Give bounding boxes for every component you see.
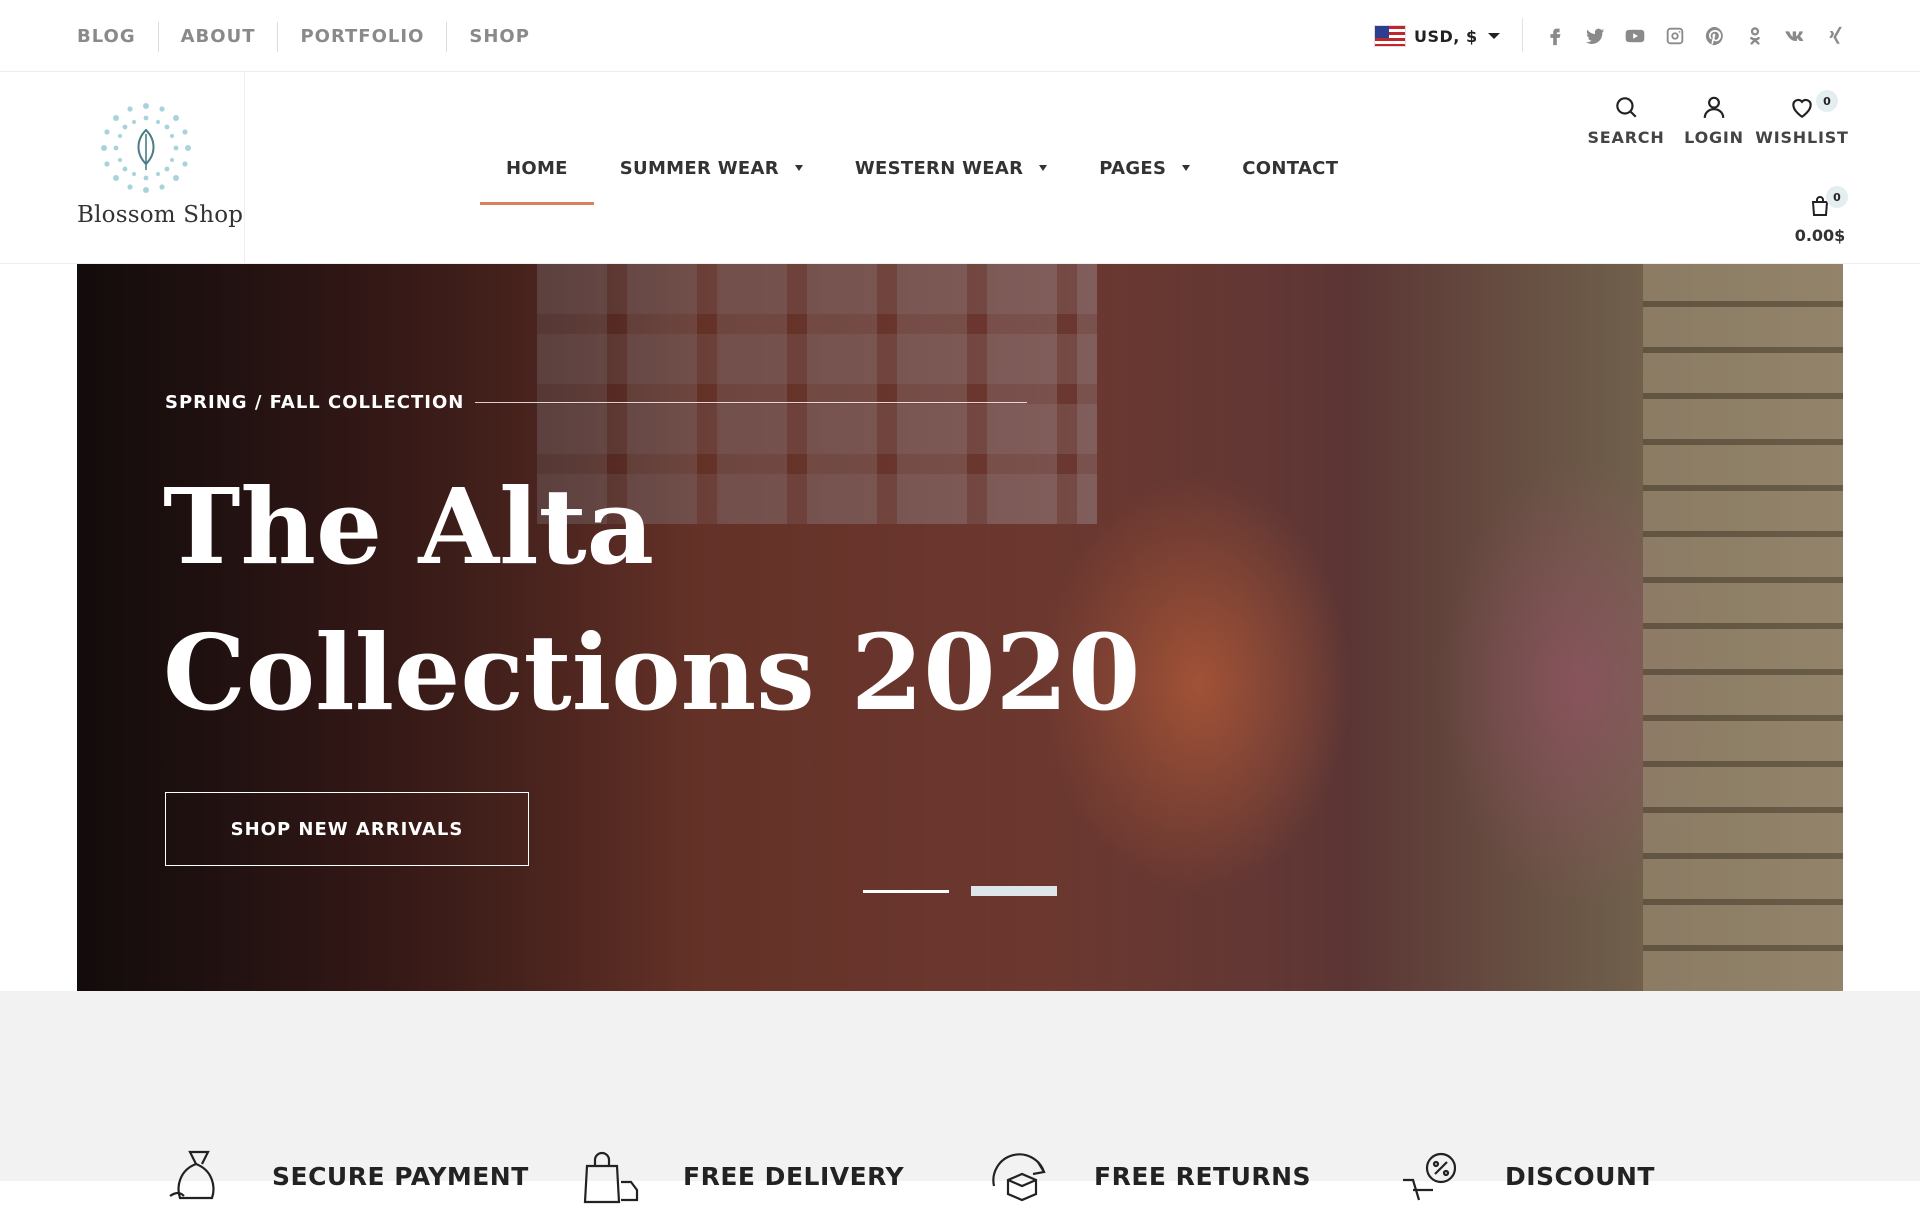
return-box-icon [992,1153,1046,1202]
chevron-down-icon [1487,33,1500,39]
logo-text: Blossom Shop [77,202,244,228]
header-actions: SEARCH LOGIN 0 WISHLIST [1587,90,1848,147]
wishlist-count-badge: 0 [1816,90,1838,112]
search-icon [1616,97,1637,118]
caret-down-icon [794,165,803,171]
caret-down-icon [1182,165,1191,171]
odnoklassniki-icon[interactable] [1744,25,1766,47]
nav-summer-wear-label: SUMMER WEAR [619,157,779,179]
shopping-bag-icon [583,1151,639,1204]
main-nav: HOME SUMMER WEAR WESTERN WEAR PAGES CONT… [480,72,1364,264]
login-button[interactable]: LOGIN [1678,90,1750,147]
vk-icon[interactable] [1784,25,1806,47]
feature-title: DISCOUNT [1505,1161,1655,1191]
pinterest-icon[interactable] [1704,25,1726,47]
user-icon [1703,96,1725,118]
nav-pages-label: PAGES [1099,157,1167,179]
nav-home-label: HOME [506,157,568,179]
search-label: SEARCH [1587,128,1665,147]
twitter-icon[interactable] [1584,25,1606,47]
hero-slider: SPRING / FALL COLLECTION The Alta Collec… [77,264,1843,991]
slide-dot-1[interactable] [863,889,949,893]
login-label: LOGIN [1684,128,1744,147]
hero-title-line-2: Collections 2020 [163,611,1141,734]
cart-count-badge: 0 [1826,186,1848,208]
feature-discount: DISCOUNT [1399,1146,1655,1206]
top-link-blog[interactable]: BLOG [77,22,159,52]
logo[interactable]: Blossom Shop [0,72,245,264]
feature-free-returns: FREE RETURNS [988,1146,1311,1206]
nav-contact[interactable]: CONTACT [1216,72,1364,264]
divider [1522,18,1523,52]
nav-summer-wear[interactable]: SUMMER WEAR [594,72,829,264]
discount-icon [1403,1152,1457,1201]
top-nav: BLOG ABOUT PORTFOLIO SHOP [77,22,552,52]
youtube-icon[interactable] [1624,25,1646,47]
features-strip: SECURE PAYMENT FREE DELIVERY FREE RETURN… [0,991,1920,1204]
nav-contact-label: CONTACT [1242,157,1339,179]
main-header: Blossom Shop HOME SUMMER WEAR WESTERN WE… [0,72,1920,264]
slide-dot-2[interactable] [971,886,1057,896]
shop-new-arrivals-button[interactable]: SHOP NEW ARRIVALS [165,792,529,866]
currency-label: USD, $ [1414,26,1478,46]
money-bag-icon [169,1150,215,1200]
top-link-portfolio[interactable]: PORTFOLIO [278,22,448,52]
heart-icon [1792,98,1812,119]
feature-title: FREE RETURNS [1094,1161,1312,1191]
blossom-logo-icon [101,103,191,193]
xing-icon[interactable] [1824,25,1846,47]
hero-title: The Alta Collections 2020 [163,454,1140,746]
nav-home[interactable]: HOME [480,72,594,264]
hero-subtitle: SPRING / FALL COLLECTION [165,392,465,413]
feature-free-delivery: FREE DELIVERY [577,1146,904,1206]
hero-title-line-1: The Alta [163,465,655,588]
cart-button[interactable]: 0 0.00$ [1780,186,1860,245]
currency-selector[interactable]: USD, $ [1374,22,1500,50]
slider-pagination [863,886,1057,896]
nav-western-wear[interactable]: WESTERN WEAR [829,72,1073,264]
feature-title: FREE DELIVERY [683,1161,905,1191]
wishlist-button[interactable]: 0 WISHLIST [1755,90,1848,147]
nav-western-wear-label: WESTERN WEAR [854,157,1024,179]
instagram-icon[interactable] [1664,25,1686,47]
search-button[interactable]: SEARCH [1587,90,1665,147]
feature-title: SECURE PAYMENT [272,1161,529,1191]
top-link-about[interactable]: ABOUT [159,22,279,52]
feature-secure-payment: SECURE PAYMENT [166,1146,529,1206]
facebook-icon[interactable] [1544,25,1566,47]
top-link-shop[interactable]: SHOP [447,22,552,52]
top-bar: BLOG ABOUT PORTFOLIO SHOP USD, $ [0,0,1920,72]
us-flag-icon [1374,25,1406,47]
hero-subtitle-rule [475,402,1027,403]
cart-total: 0.00$ [1794,226,1846,245]
caret-down-icon [1039,165,1048,171]
social-links [1544,22,1846,50]
wishlist-label: WISHLIST [1755,128,1849,147]
nav-pages[interactable]: PAGES [1073,72,1216,264]
